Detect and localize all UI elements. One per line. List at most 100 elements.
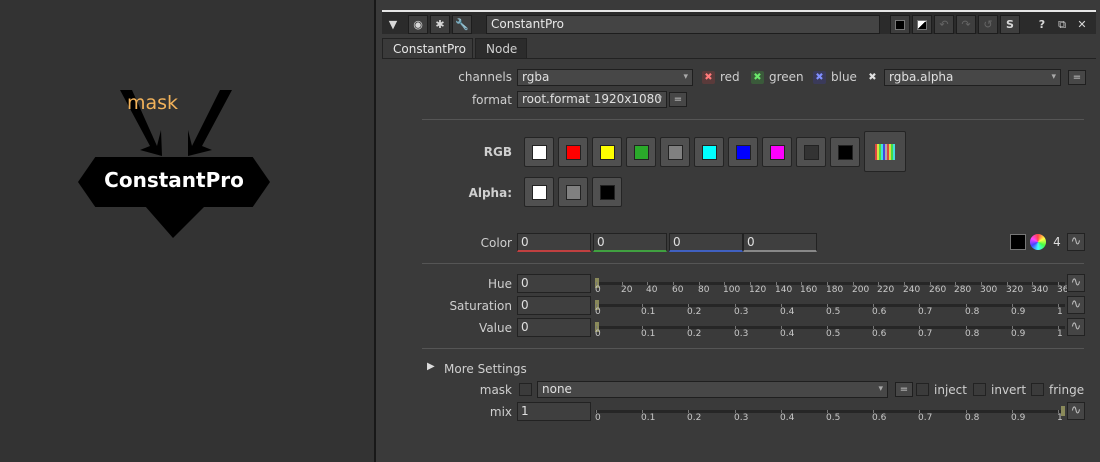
rgb-label: RGB [483, 145, 512, 159]
redo-icon[interactable]: ↷ [956, 15, 976, 34]
hue-field[interactable]: 0 [517, 274, 591, 293]
hue-slider[interactable]: 0 20 40 60 80 100 120 140 160 180 200 220 240 260 280 3… [595, 277, 1074, 299]
revert-icon[interactable]: ↺ [978, 15, 998, 34]
inject-checkbox[interactable] [916, 383, 929, 396]
mask-input-label: mask [127, 92, 179, 114]
tab-constantpro[interactable]: ConstantPro [382, 38, 473, 58]
blue-label: blue [831, 70, 857, 84]
s-button[interactable]: S [1000, 15, 1020, 34]
channels-dropdown[interactable]: rgba ▾ [517, 69, 693, 86]
value-field[interactable]: 0 [517, 318, 591, 337]
fringe-checkbox[interactable] [1031, 383, 1044, 396]
saturation-slider[interactable]: 0 0.1 0.2 0.3 0.4 0.5 0.6 0.7 0.8 0.9 1 [595, 299, 1065, 321]
node-name-field[interactable]: ConstantPro [486, 15, 880, 34]
tick-label: 0.7 [918, 413, 933, 423]
color-r-field[interactable]: 0 [517, 233, 591, 252]
more-settings-label[interactable]: More Settings [444, 362, 527, 376]
help-button[interactable]: ? [1032, 15, 1052, 34]
alpha-channel-checkbox[interactable]: ✖ [866, 71, 879, 84]
format-dropdown[interactable]: root.format 1920x1080 ▾ [517, 91, 667, 108]
alpha-swatch-3[interactable] [592, 177, 622, 207]
format-link-button[interactable]: = [669, 92, 687, 107]
color-swatch-icon[interactable] [912, 15, 932, 34]
tick-label: 0.1 [641, 329, 656, 339]
tick-label: 340 [1031, 285, 1049, 295]
animation-curve-icon[interactable]: ∿ [1067, 233, 1085, 251]
mask-enable-checkbox[interactable] [519, 383, 532, 396]
float-panel-icon[interactable]: ⧉ [1052, 15, 1072, 34]
mask-label: mask [479, 383, 512, 397]
swatch-color [702, 145, 717, 160]
color-black-icon[interactable] [890, 15, 910, 34]
alpha-swatch-2[interactable] [558, 177, 588, 207]
rgb-swatch-8[interactable] [762, 137, 792, 167]
format-label: format [471, 93, 512, 107]
collapse-arrow-icon[interactable]: ▼ [384, 15, 402, 34]
animation-curve-icon[interactable]: ∿ [1067, 402, 1085, 420]
rgb-swatch-2[interactable] [558, 137, 588, 167]
color-wheel-icon[interactable] [1030, 234, 1046, 250]
alpha-channel-dropdown[interactable]: rgba.alpha ▾ [884, 69, 1061, 86]
rgb-swatch-9[interactable] [796, 137, 826, 167]
invert-checkbox[interactable] [973, 383, 986, 396]
mix-slider[interactable]: 0 0.1 0.2 0.3 0.4 0.5 0.6 0.7 0.8 0.9 1 [595, 405, 1065, 427]
animation-curve-icon[interactable]: ∿ [1067, 274, 1085, 292]
tick-label: 40 [646, 285, 658, 295]
green-channel-checkbox[interactable]: ✖ [751, 71, 764, 84]
slider-ticks: 0 0.1 0.2 0.3 0.4 0.5 0.6 0.7 0.8 0.9 1 [595, 410, 1065, 425]
rgb-swatch-4[interactable] [626, 137, 656, 167]
color-a-field[interactable]: 0 [743, 233, 817, 252]
rgb-swatch-6[interactable] [694, 137, 724, 167]
tick-label: 0.6 [872, 413, 887, 423]
color-preview-swatch[interactable] [1010, 234, 1026, 250]
tick-label: 0.9 [1011, 307, 1026, 317]
value-slider[interactable]: 0 0.1 0.2 0.3 0.4 0.5 0.6 0.7 0.8 0.9 1 [595, 321, 1065, 343]
expand-arrow-icon[interactable]: ▶ [427, 361, 435, 372]
blue-channel-checkbox[interactable]: ✖ [813, 71, 826, 84]
tick-label: 300 [980, 285, 998, 295]
node-graph[interactable]: mask ConstantPro [0, 0, 374, 462]
slider-ticks: 0 0.1 0.2 0.3 0.4 0.5 0.6 0.7 0.8 0.9 1 [595, 326, 1065, 341]
swatch-color [566, 185, 581, 200]
animation-curve-icon[interactable]: ∿ [1067, 318, 1085, 336]
saturation-field[interactable]: 0 [517, 296, 591, 315]
undo-icon[interactable]: ↶ [934, 15, 954, 34]
channel-count[interactable]: 4 [1048, 233, 1066, 251]
tick-label: 20 [621, 285, 633, 295]
tab-node[interactable]: Node [475, 38, 527, 58]
color-g-field[interactable]: 0 [593, 233, 667, 252]
swatch-color [838, 145, 853, 160]
mask-dropdown[interactable]: none ▾ [537, 381, 888, 398]
rgb-swatch-7[interactable] [728, 137, 758, 167]
tick-label: 0.6 [872, 307, 887, 317]
rgb-swatch-1[interactable] [524, 137, 554, 167]
tick-label: 100 [723, 285, 741, 295]
wrench-icon[interactable]: 🔧 [452, 15, 472, 34]
red-channel-checkbox[interactable]: ✖ [702, 71, 715, 84]
fringe-label: fringe [1049, 383, 1085, 397]
close-icon[interactable]: ✕ [1072, 15, 1092, 34]
mix-field[interactable]: 1 [517, 402, 591, 421]
chevron-down-icon: ▾ [878, 384, 883, 394]
slider-ticks: 0 0.1 0.2 0.3 0.4 0.5 0.6 0.7 0.8 0.9 1 [595, 304, 1065, 319]
alpha-swatch-1[interactable] [524, 177, 554, 207]
mask-link-button[interactable]: = [895, 382, 913, 397]
rgb-swatch-3[interactable] [592, 137, 622, 167]
node-graph-icon[interactable]: ✱ [430, 15, 450, 34]
tick-label: 200 [852, 285, 870, 295]
tick-label: 0.6 [872, 329, 887, 339]
tick-label: 60 [672, 285, 684, 295]
chevron-down-icon: ▾ [1051, 72, 1056, 82]
rgb-swatch-10[interactable] [830, 137, 860, 167]
tick-label: 0.8 [965, 329, 980, 339]
channels-link-button[interactable]: = [1068, 70, 1086, 85]
animation-curve-icon[interactable]: ∿ [1067, 296, 1085, 314]
color-picker-button[interactable] [864, 131, 906, 172]
tick-label: 0.7 [918, 329, 933, 339]
swatch-color [532, 145, 547, 160]
color-b-field[interactable]: 0 [669, 233, 743, 252]
tab-underline [382, 58, 1096, 59]
red-label: red [720, 70, 740, 84]
viewer-icon[interactable]: ◉ [408, 15, 428, 34]
rgb-swatch-5[interactable] [660, 137, 690, 167]
